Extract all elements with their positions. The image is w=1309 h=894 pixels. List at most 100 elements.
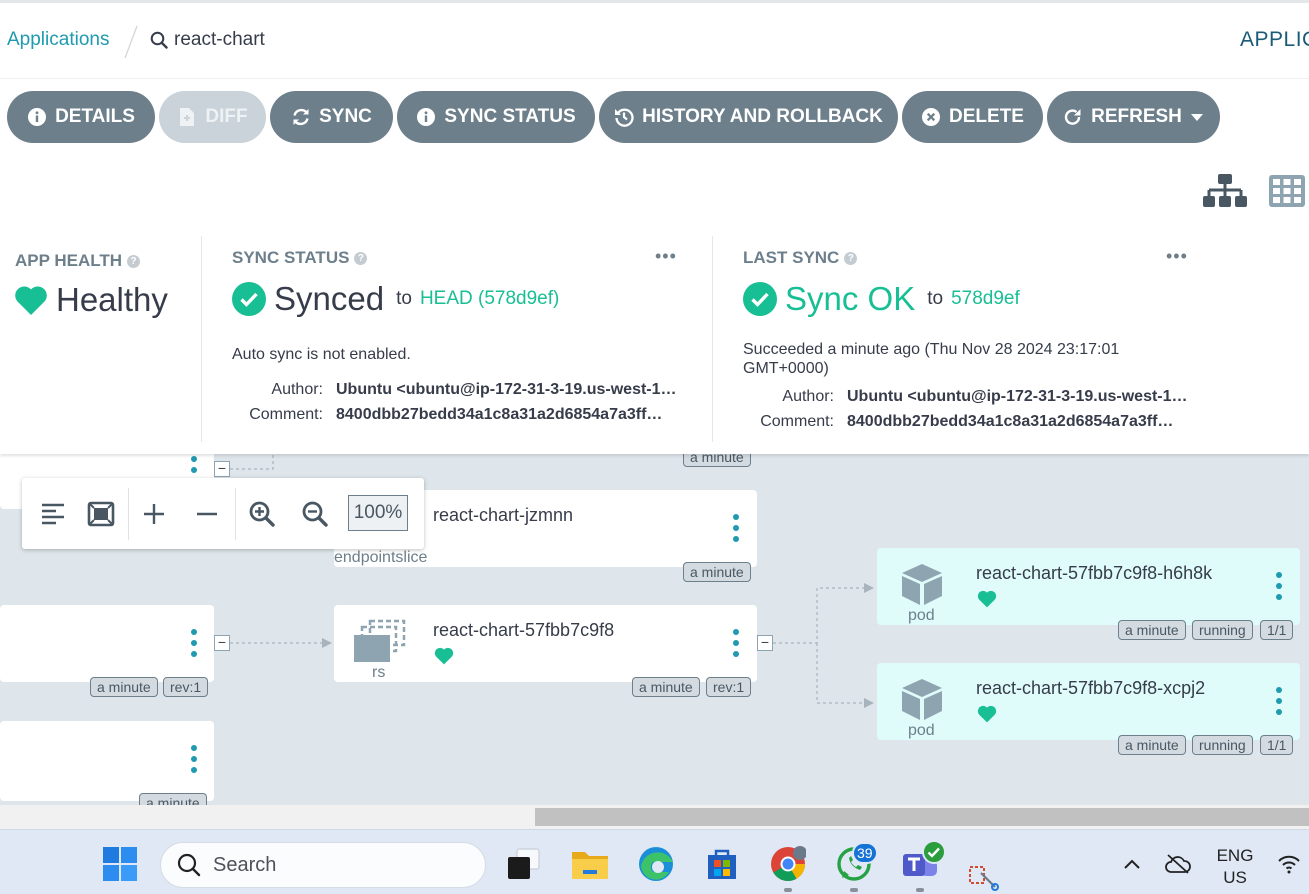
search-icon bbox=[150, 31, 168, 49]
last-sync-revision-link[interactable]: 578d9ef bbox=[951, 288, 1020, 310]
grid-view-icon[interactable] bbox=[1268, 174, 1306, 208]
windows-start-icon[interactable] bbox=[100, 844, 140, 884]
comment-value: 8400dbb27bedd34a1c8a31a2d6854a7a3ff… bbox=[336, 406, 663, 423]
heart-icon bbox=[15, 285, 47, 315]
sync-target-link[interactable]: HEAD (578d9ef) bbox=[420, 288, 559, 310]
help-icon[interactable]: ? bbox=[844, 251, 858, 265]
collapse-toggle[interactable]: − bbox=[214, 635, 230, 651]
zoom-in-icon[interactable] bbox=[246, 498, 278, 530]
check-circle-icon bbox=[232, 282, 266, 316]
edge-browser-icon[interactable] bbox=[636, 844, 676, 884]
microsoft-store-icon[interactable] bbox=[702, 844, 742, 884]
collapse-toggle[interactable]: − bbox=[214, 461, 230, 477]
breadcrumb-current[interactable]: react-chart bbox=[150, 29, 265, 51]
heart-icon bbox=[977, 705, 997, 723]
app-health-title-text: APP HEALTH bbox=[15, 251, 123, 270]
author-value: Ubuntu <ubuntu@ip-172-31-3-19.us-west-1… bbox=[336, 381, 677, 398]
details-button[interactable]: DETAILS bbox=[7, 91, 155, 143]
node-menu-button[interactable] bbox=[732, 629, 740, 657]
sync-status-title-text: SYNC STATUS bbox=[232, 248, 350, 267]
history-rollback-button[interactable]: HISTORY AND ROLLBACK bbox=[599, 91, 898, 143]
info-icon bbox=[416, 107, 436, 127]
region-code: US bbox=[1223, 868, 1247, 887]
snipping-tool-icon[interactable] bbox=[966, 862, 1002, 892]
sync-button[interactable]: SYNC bbox=[270, 91, 393, 143]
breadcrumb-current-label: react-chart bbox=[174, 29, 265, 50]
caret-down-icon[interactable] bbox=[1190, 106, 1204, 128]
zoom-out-icon[interactable] bbox=[299, 498, 331, 530]
resource-graph[interactable]: − a minute react-chart-jzmnn endpointsli… bbox=[0, 454, 1309, 805]
last-sync-value: Sync OK to 578d9ef bbox=[743, 280, 1020, 318]
node-menu-button[interactable] bbox=[1275, 687, 1283, 715]
sync-status-more-button[interactable]: ••• bbox=[655, 246, 677, 267]
last-sync-title: LAST SYNC ? bbox=[743, 248, 858, 268]
help-icon[interactable]: ? bbox=[354, 251, 368, 265]
last-sync-more-button[interactable]: ••• bbox=[1166, 246, 1188, 267]
age-tag: a minute bbox=[90, 677, 158, 697]
align-left-icon[interactable] bbox=[37, 498, 69, 530]
sync-status-button[interactable]: SYNC STATUS bbox=[397, 91, 595, 143]
delete-button[interactable]: DELETE bbox=[902, 91, 1043, 143]
delete-label: DELETE bbox=[949, 106, 1024, 127]
node-name: react-chart-57fbb7c9f8-xcpj2 bbox=[976, 678, 1206, 698]
delete-circle-icon bbox=[921, 107, 941, 127]
check-status-icon bbox=[922, 840, 946, 864]
expand-plus-icon[interactable] bbox=[138, 498, 170, 530]
chrome-browser-icon[interactable] bbox=[768, 844, 808, 884]
revision-tag: rev:1 bbox=[706, 677, 752, 697]
graph-node[interactable] bbox=[0, 721, 214, 801]
breadcrumb: Applications react-chart APPLIC bbox=[0, 3, 1309, 79]
file-explorer-icon[interactable] bbox=[570, 844, 610, 884]
node-menu-button[interactable] bbox=[190, 745, 198, 773]
details-label: DETAILS bbox=[55, 106, 135, 127]
age-tag: a minute bbox=[632, 677, 700, 697]
app-health-status: Healthy bbox=[14, 281, 168, 319]
node-kind: endpointslice bbox=[334, 549, 428, 566]
file-diff-icon bbox=[177, 107, 197, 127]
onedrive-cloud-icon[interactable] bbox=[1158, 844, 1198, 884]
diff-button[interactable]: DIFF bbox=[159, 91, 266, 143]
node-menu-button[interactable] bbox=[190, 629, 198, 657]
graph-node[interactable] bbox=[0, 605, 214, 682]
node-menu-button[interactable] bbox=[1275, 572, 1283, 600]
sync-status-value: Synced to HEAD (578d9ef) bbox=[232, 280, 559, 318]
tree-view-icon[interactable] bbox=[1203, 174, 1247, 208]
fit-screen-icon[interactable] bbox=[85, 498, 117, 530]
zoom-level-field[interactable]: 100% bbox=[348, 495, 408, 531]
taskbar-search[interactable]: Search bbox=[160, 842, 486, 888]
node-menu-button[interactable] bbox=[732, 514, 740, 542]
windows-taskbar: Search 39 ENG US bbox=[0, 829, 1309, 894]
auto-sync-note: Auto sync is not enabled. bbox=[232, 346, 411, 363]
last-sync-title-text: LAST SYNC bbox=[743, 248, 840, 267]
scrollbar-thumb[interactable] bbox=[535, 808, 1309, 826]
last-sync-author-row: Author: Ubuntu <ubuntu@ip-172-31-3-19.us… bbox=[740, 388, 1187, 406]
sync-comment-row: Comment: 8400dbb27bedd34a1c8a31a2d6854a7… bbox=[229, 406, 662, 424]
collapse-toggle[interactable]: − bbox=[757, 635, 773, 651]
pod-cube-icon bbox=[902, 679, 942, 720]
language-indicator[interactable]: ENG US bbox=[1209, 845, 1261, 889]
replicaset-node[interactable]: rs react-chart-57fbb7c9f8 bbox=[334, 605, 757, 682]
node-name: react-chart-57fbb7c9f8-h6h8k bbox=[976, 563, 1213, 583]
pod-node[interactable]: pod react-chart-57fbb7c9f8-h6h8k bbox=[877, 548, 1300, 625]
author-label: Author: bbox=[782, 388, 834, 405]
node-kind: pod bbox=[908, 607, 935, 624]
taskbar-search-placeholder: Search bbox=[213, 853, 277, 876]
pod-node[interactable]: pod react-chart-57fbb7c9f8-xcpj2 bbox=[877, 663, 1300, 740]
task-view-icon[interactable] bbox=[503, 844, 543, 884]
refresh-button[interactable]: REFRESH bbox=[1047, 91, 1220, 143]
app-health-title: APP HEALTH ? bbox=[15, 251, 141, 271]
horizontal-scrollbar[interactable] bbox=[0, 805, 1309, 829]
collapse-minus-icon[interactable] bbox=[191, 498, 223, 530]
sync-status-text: Synced bbox=[274, 280, 385, 317]
wifi-icon[interactable] bbox=[1272, 844, 1306, 884]
age-tag: a minute bbox=[139, 793, 207, 805]
applications-header-link[interactable]: APPLIC bbox=[1240, 28, 1309, 52]
divider bbox=[712, 236, 713, 442]
history-label: HISTORY AND ROLLBACK bbox=[642, 106, 883, 127]
refresh-label: REFRESH bbox=[1091, 106, 1182, 127]
breadcrumb-applications-link[interactable]: Applications bbox=[7, 29, 109, 51]
pod-cube-icon bbox=[902, 564, 942, 605]
help-icon[interactable]: ? bbox=[127, 254, 141, 268]
language-code: ENG bbox=[1216, 846, 1254, 865]
chevron-up-icon[interactable] bbox=[1112, 844, 1152, 884]
